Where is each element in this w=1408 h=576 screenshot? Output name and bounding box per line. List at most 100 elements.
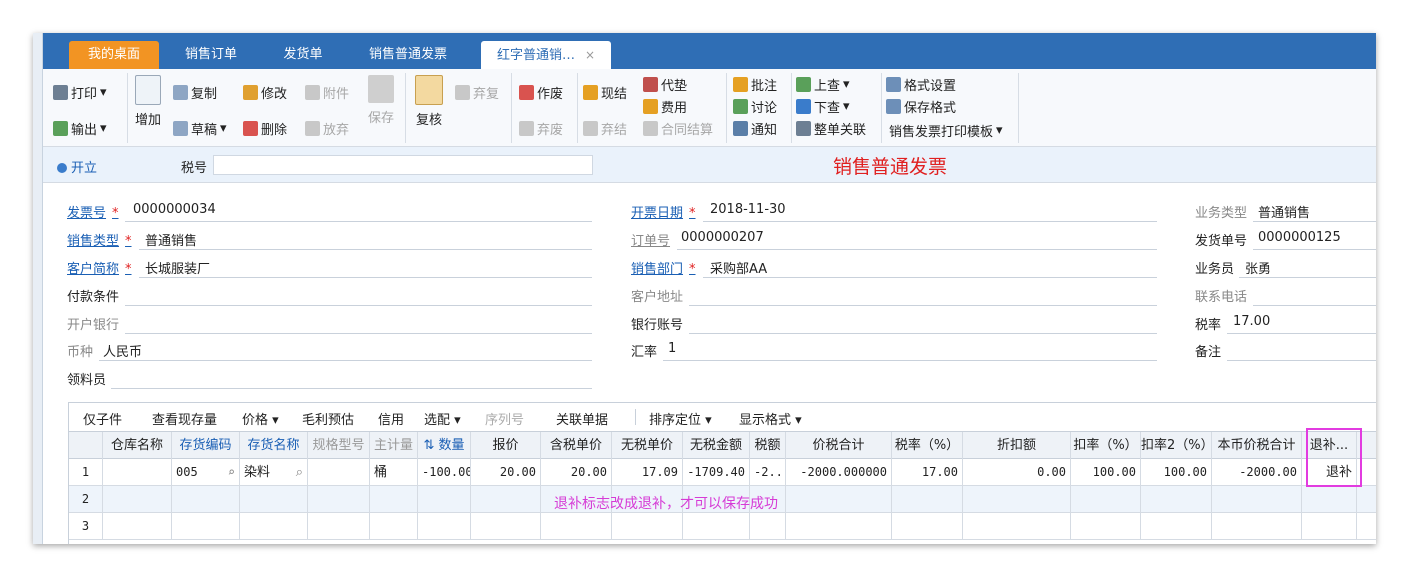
cell-warehouse[interactable]: [103, 459, 172, 486]
export-button[interactable]: 输出 ▾: [53, 119, 107, 138]
col-notax-amount[interactable]: 无税金额: [683, 432, 750, 460]
ship-no-field[interactable]: 0000000125: [1258, 230, 1341, 245]
grid-serial-button[interactable]: 序列号: [485, 409, 524, 428]
cash-button[interactable]: 现结: [583, 83, 627, 102]
tab-sales-invoice[interactable]: 销售普通发票: [348, 41, 468, 69]
notify-button[interactable]: 通知: [733, 119, 777, 138]
cell-local-total[interactable]: -2000.00: [1212, 459, 1302, 486]
delete-button[interactable]: 删除: [243, 119, 287, 138]
paperclip-icon[interactable]: ⌕: [296, 459, 303, 486]
customer-label[interactable]: 客户简称 *: [67, 258, 132, 277]
col-item-code[interactable]: 存货编码: [172, 432, 240, 460]
advance-button[interactable]: 代垫: [643, 75, 687, 94]
col-warehouse[interactable]: 仓库名称: [103, 432, 172, 460]
bank-field[interactable]: [125, 333, 592, 334]
col-discount[interactable]: 折扣额: [963, 432, 1071, 460]
cell-empty[interactable]: [1212, 513, 1302, 540]
next-query-button[interactable]: 下查 ▾: [796, 97, 850, 116]
col-quote[interactable]: 报价: [471, 432, 541, 460]
invoice-no-field[interactable]: 0000000034: [133, 202, 216, 217]
draft-button[interactable]: 草稿 ▾: [173, 119, 227, 138]
cell-discount[interactable]: 0.00: [963, 459, 1071, 486]
grid-pick-button[interactable]: 选配 ▾: [424, 409, 461, 428]
cell-empty[interactable]: [240, 513, 308, 540]
tab-desktop[interactable]: 我的桌面: [69, 41, 159, 69]
picker-field[interactable]: [111, 388, 592, 389]
table-row[interactable]: 3: [69, 513, 1376, 540]
cell-empty[interactable]: [750, 513, 786, 540]
payment-field[interactable]: [125, 305, 592, 306]
save-button[interactable]: 保存: [368, 75, 394, 126]
tax-id-input[interactable]: [213, 155, 593, 175]
cell-item-code[interactable]: 005 ⌕: [172, 459, 240, 486]
clerk-field[interactable]: 张勇: [1245, 258, 1271, 277]
cell-quote[interactable]: 20.00: [471, 459, 541, 486]
cell-empty[interactable]: [471, 486, 541, 513]
discuss-button[interactable]: 讨论: [733, 97, 777, 116]
invoice-no-label[interactable]: 发票号 *: [67, 202, 119, 221]
biz-type-field[interactable]: 普通销售: [1258, 202, 1310, 221]
cell-empty[interactable]: [786, 513, 892, 540]
cell-empty[interactable]: [1302, 513, 1357, 540]
order-no-field[interactable]: 0000000207: [681, 230, 764, 245]
cell-rate2[interactable]: 100.00: [1141, 459, 1212, 486]
col-unit[interactable]: 主计量: [370, 432, 418, 460]
fee-button[interactable]: 费用: [643, 97, 687, 116]
cell-notax-amount[interactable]: -1709.40: [683, 459, 750, 486]
close-icon[interactable]: ×: [585, 48, 595, 62]
dept-label[interactable]: 销售部门 *: [631, 258, 696, 277]
cell-total[interactable]: -2000.000000: [786, 459, 892, 486]
cell-empty[interactable]: [172, 513, 240, 540]
table-row[interactable]: 1 005 ⌕ 染料 ⌕ 桶 -100.00 20.00 20.00 17.09 -…: [69, 459, 1376, 486]
col-total[interactable]: 价税合计: [786, 432, 892, 460]
col-tax-rate[interactable]: 税率（%）: [892, 432, 963, 460]
order-no-label[interactable]: 订单号: [631, 230, 670, 249]
grid-credit-button[interactable]: 信用: [378, 409, 404, 428]
cell-empty[interactable]: [370, 513, 418, 540]
cell-empty[interactable]: [370, 486, 418, 513]
col-spec[interactable]: 规格型号: [308, 432, 370, 460]
discard-button[interactable]: 弃废: [519, 119, 563, 138]
tab-sales-order[interactable]: 销售订单: [161, 41, 261, 69]
cell-empty[interactable]: [1302, 486, 1357, 513]
attach-button[interactable]: 附件: [305, 83, 349, 102]
sale-type-field[interactable]: 普通销售: [145, 230, 197, 249]
cell-spec[interactable]: [308, 459, 370, 486]
cell-tax-amount[interactable]: -2...: [750, 459, 786, 486]
cell-tax-price[interactable]: 20.00: [541, 459, 612, 486]
grid-stock-button[interactable]: 查看现存量: [152, 409, 217, 428]
col-quantity[interactable]: ⇅ 数量: [418, 432, 471, 460]
contract-settle-button[interactable]: 合同结算: [643, 119, 713, 138]
grid-sort-button[interactable]: 排序定位 ▾: [649, 409, 712, 428]
currency-field[interactable]: 人民币: [103, 341, 142, 360]
print-button[interactable]: 打印 ▾: [53, 83, 107, 102]
cell-item-name[interactable]: 染料 ⌕: [240, 459, 308, 486]
account-field[interactable]: [689, 333, 1157, 334]
review-button[interactable]: 复核: [415, 75, 443, 128]
cell-empty[interactable]: [892, 486, 963, 513]
phone-field[interactable]: [1253, 305, 1376, 306]
cell-empty[interactable]: [240, 486, 308, 513]
cell-empty[interactable]: [418, 513, 471, 540]
cell-empty[interactable]: [541, 513, 612, 540]
cell-empty[interactable]: [1141, 513, 1212, 540]
remark-field[interactable]: [1227, 360, 1376, 361]
save-format-button[interactable]: 保存格式: [886, 97, 956, 116]
col-rate2[interactable]: 扣率2（%）: [1141, 432, 1212, 460]
cell-notax-price[interactable]: 17.09: [612, 459, 683, 486]
customer-field[interactable]: 长城服装厂: [145, 258, 210, 277]
cell-empty[interactable]: [308, 486, 370, 513]
cell-empty[interactable]: [172, 486, 240, 513]
void-button[interactable]: 作废: [519, 83, 563, 102]
cell-empty[interactable]: [103, 513, 172, 540]
cell-empty[interactable]: [786, 486, 892, 513]
cell-empty[interactable]: [471, 513, 541, 540]
annotate-button[interactable]: 批注: [733, 75, 777, 94]
grid-margin-button[interactable]: 毛利预估: [302, 409, 354, 428]
col-item-name[interactable]: 存货名称: [240, 432, 308, 460]
grid-price-button[interactable]: 价格 ▾: [242, 409, 279, 428]
cell-empty[interactable]: [683, 513, 750, 540]
link-all-button[interactable]: 整单关联: [796, 119, 866, 138]
format-settings-button[interactable]: 格式设置: [886, 75, 956, 94]
cell-empty[interactable]: [963, 486, 1071, 513]
